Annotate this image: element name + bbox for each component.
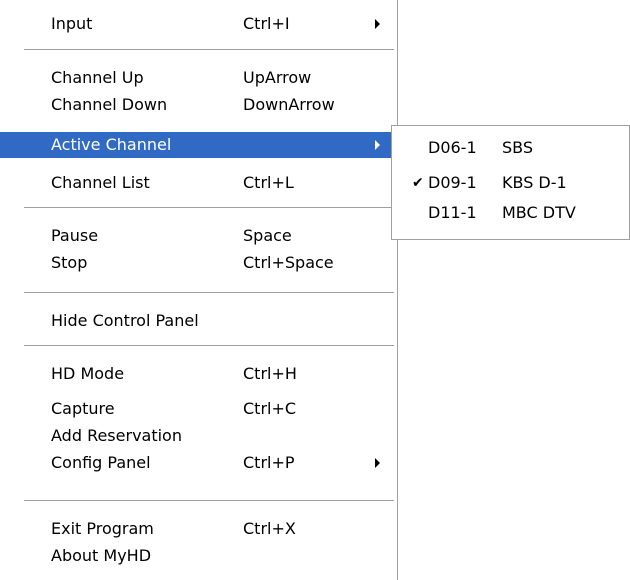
menu-item-add-reservation[interactable]: Add Reservation	[0, 422, 397, 449]
active-channel-submenu: D06-1 SBS ✔ D09-1 KBS D-1 D11-1 MBC DTV	[391, 125, 630, 240]
checkmark-icon: ✔	[412, 175, 424, 191]
channel-code: D06-1	[428, 138, 477, 157]
menu-item-label: Config Panel	[51, 453, 151, 472]
channel-name: KBS D-1	[502, 173, 567, 192]
menu-item-shortcut: Ctrl+Space	[243, 253, 334, 272]
channel-item-kbs[interactable]: ✔ D09-1 KBS D-1	[392, 169, 629, 196]
channel-item-sbs[interactable]: D06-1 SBS	[392, 134, 629, 161]
menu-separator	[24, 49, 394, 51]
menu-item-config-panel[interactable]: Config Panel Ctrl+P	[0, 449, 397, 476]
menu-item-stop[interactable]: Stop Ctrl+Space	[0, 249, 397, 276]
menu-item-capture[interactable]: Capture Ctrl+C	[0, 395, 397, 422]
menu-item-channel-down[interactable]: Channel Down DownArrow	[0, 91, 397, 118]
menu-item-hide-control-panel[interactable]: Hide Control Panel	[0, 307, 397, 334]
menu-separator	[24, 292, 394, 294]
menu-item-shortcut: DownArrow	[243, 95, 335, 114]
menu-separator	[24, 500, 394, 502]
menu-item-shortcut: Ctrl+I	[243, 14, 290, 33]
menu-item-input[interactable]: Input Ctrl+I	[0, 10, 397, 37]
channel-name: SBS	[502, 138, 534, 157]
menu-item-shortcut: Ctrl+P	[243, 453, 295, 472]
menu-item-shortcut: Space	[243, 226, 292, 245]
menu-separator	[24, 345, 394, 347]
menu-item-label: HD Mode	[51, 364, 125, 383]
channel-code: D09-1	[428, 173, 477, 192]
menu-item-channel-list[interactable]: Channel List Ctrl+L	[0, 169, 397, 196]
submenu-arrow-icon	[375, 140, 380, 150]
menu-item-shortcut: Ctrl+H	[243, 364, 297, 383]
menu-item-shortcut: Ctrl+X	[243, 519, 296, 538]
menu-item-label: Channel Down	[51, 95, 168, 114]
menu-item-label: Hide Control Panel	[51, 311, 199, 330]
submenu-arrow-icon	[375, 458, 380, 468]
menu-item-active-channel[interactable]: Active Channel	[0, 132, 397, 158]
menu-item-shortcut: Ctrl+C	[243, 399, 297, 418]
menu-item-label: Add Reservation	[51, 426, 182, 445]
channel-code: D11-1	[428, 203, 477, 222]
menu-item-pause[interactable]: Pause Space	[0, 222, 397, 249]
channel-name: MBC DTV	[502, 203, 576, 222]
menu-item-exit-program[interactable]: Exit Program Ctrl+X	[0, 515, 397, 542]
menu-item-shortcut: UpArrow	[243, 68, 312, 87]
menu-item-label: Input	[51, 14, 93, 33]
menu-item-hd-mode[interactable]: HD Mode Ctrl+H	[0, 360, 397, 387]
menu-item-channel-up[interactable]: Channel Up UpArrow	[0, 64, 397, 91]
context-menu: Input Ctrl+I Channel Up UpArrow Channel …	[0, 0, 398, 580]
menu-item-label: Pause	[51, 226, 99, 245]
channel-item-mbc[interactable]: D11-1 MBC DTV	[392, 199, 629, 226]
menu-item-label: Channel Up	[51, 68, 144, 87]
menu-item-about[interactable]: About MyHD	[0, 542, 397, 569]
menu-item-label: About MyHD	[51, 546, 152, 565]
menu-separator	[24, 207, 394, 209]
menu-item-label: Capture	[51, 399, 115, 418]
menu-item-label: Channel List	[51, 173, 150, 192]
menu-item-label: Stop	[51, 253, 88, 272]
menu-item-label: Exit Program	[51, 519, 154, 538]
submenu-arrow-icon	[375, 19, 380, 29]
menu-item-shortcut: Ctrl+L	[243, 173, 294, 192]
menu-item-label: Active Channel	[51, 135, 172, 154]
